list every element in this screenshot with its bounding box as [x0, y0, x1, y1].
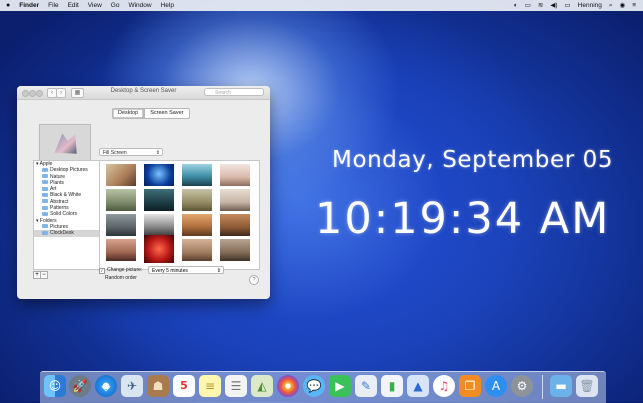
folder-icon [42, 224, 48, 229]
menu-help[interactable]: Help [161, 0, 174, 11]
change-picture-checkbox[interactable]: ✓ Change picture: [99, 267, 142, 274]
tab-desktop[interactable]: Desktop [112, 108, 145, 119]
books-icon[interactable]: ❐ [459, 375, 481, 397]
wallpaper-thumbnail[interactable] [220, 189, 250, 211]
preview-image [54, 133, 77, 154]
wallpaper-thumbnail[interactable] [106, 214, 136, 236]
folder-icon [42, 167, 48, 172]
random-order-checkbox[interactable]: Random order [105, 275, 137, 281]
menu-bar: ● Finder File Edit View Go Window Help ◐… [0, 0, 643, 11]
folder-icon [42, 230, 48, 235]
status-icon[interactable]: ◐ [514, 0, 518, 11]
folder-icon [42, 186, 48, 191]
menu-go[interactable]: Go [111, 0, 120, 11]
select-arrows-icon: ⇕ [216, 268, 221, 274]
calendar-icon[interactable]: 5 [173, 375, 195, 397]
volume-icon[interactable]: ◀) [550, 0, 557, 11]
menu-window[interactable]: Window [128, 0, 151, 11]
tab-group: Desktop Screen Saver [112, 108, 190, 119]
wallpaper-thumbnail[interactable] [182, 214, 212, 236]
music-icon[interactable]: ♫ [433, 375, 455, 397]
help-button[interactable]: ? [249, 275, 259, 285]
wallpaper-thumbnail[interactable] [106, 164, 136, 186]
facetime-icon[interactable]: ▶ [329, 375, 351, 397]
wallpaper-thumbnail[interactable] [182, 239, 212, 261]
clock-date: Monday, September 05 [332, 147, 614, 173]
keynote-icon[interactable]: ▲ [407, 375, 429, 397]
app-store-icon[interactable]: A [485, 375, 507, 397]
wallpaper-thumbnail[interactable] [220, 214, 250, 236]
wallpaper-thumbnail[interactable] [144, 189, 174, 211]
system-preferences-icon[interactable]: ⚙ [511, 375, 533, 397]
remove-folder-button[interactable]: − [40, 271, 48, 279]
checkmark-icon: ✓ [99, 267, 105, 274]
fill-mode-value: Fill Screen [103, 150, 127, 156]
maps-icon[interactable]: ◭ [251, 375, 273, 397]
launchpad-icon[interactable]: 🚀 [69, 375, 91, 397]
messages-icon[interactable]: 💬 [303, 375, 325, 397]
battery-icon[interactable]: ▭ [565, 0, 571, 11]
folder-icon [42, 192, 48, 197]
wallpaper-thumbnail[interactable] [182, 164, 212, 186]
title-bar[interactable]: ‹ › ▦ Desktop & Screen Saver Search [17, 86, 270, 100]
dock-separator [542, 375, 543, 399]
finder-icon[interactable]: ☺ [44, 375, 66, 397]
photos-icon[interactable] [277, 375, 299, 397]
downloads-folder-icon[interactable]: ▬ [550, 375, 572, 397]
select-arrows-icon: ⇕ [155, 150, 160, 156]
clock-time: 10:19:34 AM [315, 194, 611, 244]
search-icon[interactable]: ⌕ [609, 0, 613, 11]
wallpaper-thumbnail[interactable] [182, 189, 212, 211]
wallpaper-thumbnail[interactable] [220, 239, 250, 261]
dock: ☺ 🚀 ◈ ✈ ☗ 5 ≡ ☰ ◭ 💬 ▶ ✎ ▮ ▲ ♫ ❐ A ⚙ ▬ 🗑 [40, 371, 606, 403]
user-name[interactable]: Henning [578, 0, 602, 11]
folder-icon [42, 174, 48, 179]
contacts-icon[interactable]: ☗ [147, 375, 169, 397]
numbers-icon[interactable]: ▮ [381, 375, 403, 397]
wallpaper-thumbnail[interactable] [144, 164, 174, 186]
source-sidebar: ▾ Apple Desktop Pictures Nature Plants A… [33, 160, 101, 270]
notification-center-icon[interactable]: ≡ [632, 0, 636, 11]
apple-icon[interactable]: ● [6, 0, 10, 11]
pages-icon[interactable]: ✎ [355, 375, 377, 397]
menu-file[interactable]: File [48, 0, 58, 11]
sidebar-item-clockdesk[interactable]: ClockDesk [34, 230, 100, 237]
menu-extras: ◐ ▭ ≋ ◀) ▭ Henning ⌕ ◉ ≡ [514, 0, 643, 11]
picture-grid [99, 160, 260, 270]
trash-icon[interactable]: 🗑 [576, 375, 598, 397]
folder-icon [42, 199, 48, 204]
wallpaper-thumbnail[interactable] [144, 214, 174, 236]
menu-view[interactable]: View [88, 0, 102, 11]
airplay-icon[interactable]: ▭ [525, 0, 531, 11]
menu-edit[interactable]: Edit [68, 0, 79, 11]
photo-stamp-icon[interactable]: ✈ [121, 375, 143, 397]
wallpaper-thumbnail[interactable] [144, 235, 174, 263]
siri-icon[interactable]: ◉ [620, 0, 626, 11]
wallpaper-thumbnail[interactable] [220, 164, 250, 186]
notes-icon[interactable]: ≡ [199, 375, 221, 397]
wifi-icon[interactable]: ≋ [538, 0, 543, 11]
safari-icon[interactable]: ◈ [95, 375, 117, 397]
desktop-screensaver-window: ‹ › ▦ Desktop & Screen Saver Search Desk… [17, 86, 270, 299]
fill-mode-select[interactable]: Fill Screen ⇕ [99, 148, 163, 156]
wallpaper-thumbnail[interactable] [106, 239, 136, 261]
folder-icon [42, 211, 48, 216]
current-picture-preview [39, 124, 91, 162]
wallpaper-thumbnail[interactable] [106, 189, 136, 211]
interval-select[interactable]: Every 5 minutes ⇕ [148, 266, 224, 274]
folder-icon [42, 180, 48, 185]
interval-value: Every 5 minutes [152, 268, 188, 274]
menu-app-name[interactable]: Finder [19, 0, 39, 11]
reminders-icon[interactable]: ☰ [225, 375, 247, 397]
tab-screen-saver[interactable]: Screen Saver [144, 108, 190, 119]
calendar-day: 5 [180, 379, 188, 392]
search-field[interactable]: Search [204, 88, 264, 96]
folder-icon [42, 205, 48, 210]
